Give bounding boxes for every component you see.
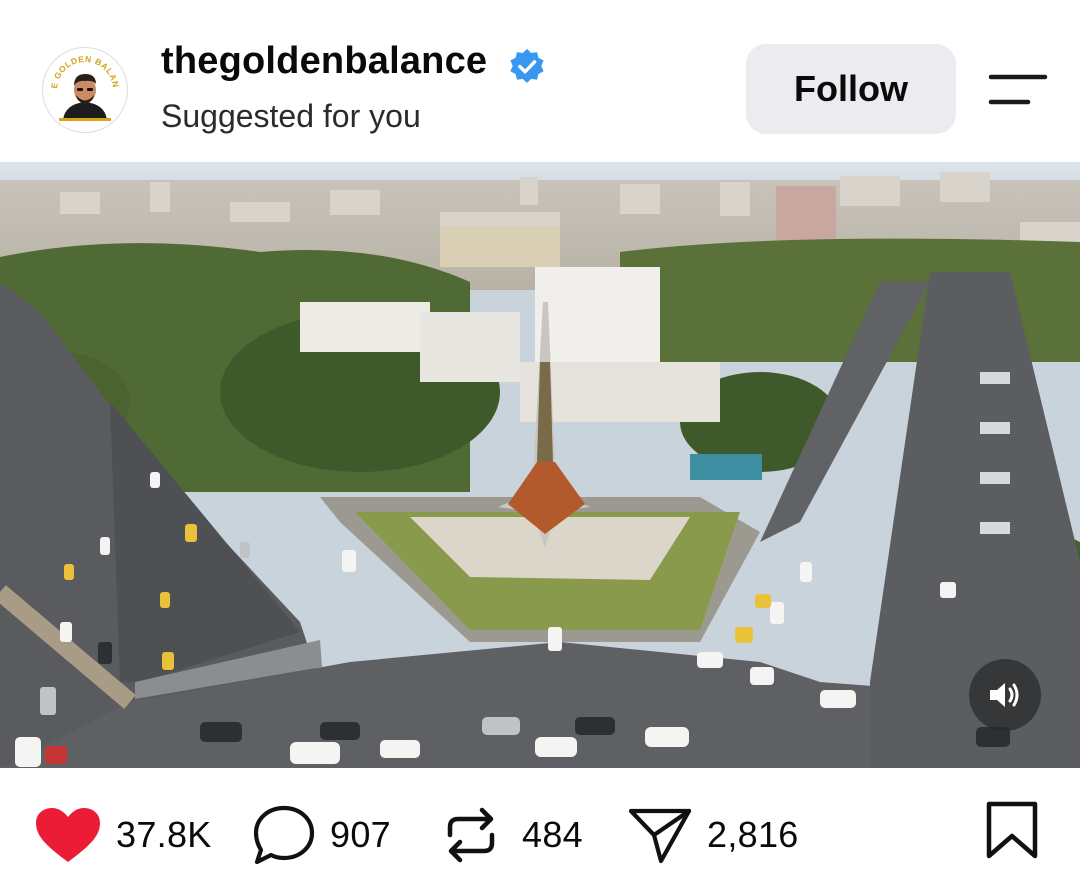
repost-button[interactable]: 484 (442, 807, 583, 863)
sound-toggle-button[interactable] (969, 659, 1041, 731)
comment-count: 907 (330, 814, 391, 855)
comment-bubble-icon (253, 805, 315, 865)
verified-badge-icon (510, 48, 544, 83)
speaker-volume-icon (990, 683, 1019, 707)
post-actions-bar: 37.8K 907 484 2,816 (0, 768, 1080, 892)
follow-button[interactable]: Follow (746, 44, 956, 134)
profile-avatar[interactable]: THE GOLDEN BALANCE (42, 47, 128, 133)
bookmark-icon[interactable] (985, 800, 1039, 860)
aerial-city-image (0, 162, 1080, 768)
menu-icon[interactable] (988, 72, 1048, 108)
heart-icon (36, 808, 100, 862)
post-video[interactable] (0, 162, 1080, 768)
repost-count: 484 (522, 814, 583, 855)
post-header: THE GOLDEN BALANCE thegoldenbalance Sugg… (0, 0, 1080, 162)
username[interactable]: thegoldenbalance (161, 40, 487, 83)
send-paper-plane-icon (628, 808, 692, 864)
share-count: 2,816 (707, 814, 799, 855)
like-count: 37.8K (116, 814, 212, 855)
like-button[interactable]: 37.8K (34, 808, 212, 862)
avatar-image: THE GOLDEN BALANCE (43, 48, 126, 131)
repost-icon (447, 807, 495, 863)
comment-button[interactable]: 907 (252, 805, 391, 865)
share-button[interactable]: 2,816 (627, 808, 799, 864)
suggested-label: Suggested for you (161, 98, 421, 134)
